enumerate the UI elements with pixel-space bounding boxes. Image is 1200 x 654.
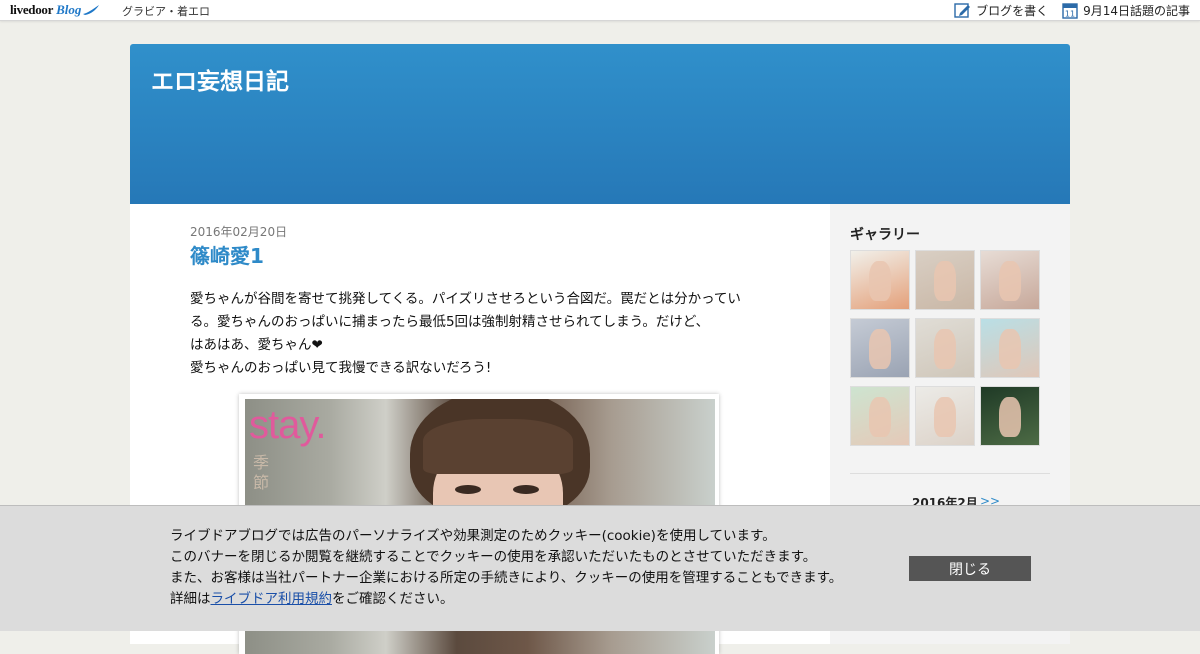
gallery-thumbnail[interactable] [915,318,975,378]
cookie-detail-prefix: 詳細は [170,591,211,607]
blog-title[interactable]: エロ妄想日記 [151,62,289,96]
cookie-line: このバナーを閉じるか閲覧を継続することでクッキーの使用を承認いただいたものとさせ… [170,549,817,565]
trending-articles-link[interactable]: 11 9月14日話題の記事 [1062,2,1190,19]
cookie-line: また、お客様は当社パートナー企業における所定の手続きにより、クッキーの使用を管理… [170,570,843,586]
gallery-thumbnail[interactable] [915,250,975,310]
trending-articles-label: 9月14日話題の記事 [1083,3,1190,18]
top-bar: livedoor Blog グラビア・着エロ ブログを書く 11 9月14日話題… [0,0,1200,21]
gallery-thumbnail[interactable] [850,386,910,446]
photo-title-text: stay. [249,403,327,447]
photo-eye-right [513,485,539,494]
logo-livedoor-text: livedoor [10,2,54,17]
write-blog-link[interactable]: ブログを書く [954,2,1048,19]
blog-category-link[interactable]: グラビア・着エロ [122,3,210,19]
gallery-thumbnail[interactable] [850,250,910,310]
logo-blog-text: Blog [56,2,82,17]
photo-eye-left [455,485,481,494]
gallery-thumbnail[interactable] [980,318,1040,378]
post-paragraph: 愛ちゃんのおっぱい見て我慢できる訳ないだろう! [190,360,492,376]
photo-vertical-text: 季節 [253,453,270,492]
cookie-detail-suffix: をご確認ください。 [332,591,454,607]
gallery-thumbnail[interactable] [850,318,910,378]
post-title[interactable]: 篠崎愛1 [190,240,264,269]
sidebar-divider [850,473,1050,474]
post-body: 愛ちゃんが谷間を寄せて挑発してくる。パイズリさせろという合図だ。罠だとは分かって… [190,288,770,380]
blog-header: エロ妄想日記 [130,44,1070,204]
close-banner-button[interactable]: 閉じる [909,556,1031,581]
bird-logo-icon [83,5,100,15]
terms-link[interactable]: ライブドア利用規約 [211,591,333,607]
pencil-edit-icon [954,2,971,18]
write-blog-label: ブログを書く [976,3,1049,18]
cookie-text: ライブドアブログでは広告のパーソナライズや効果測定のためクッキー(cookie)… [170,526,842,610]
post-paragraph: 愛ちゃんが谷間を寄せて挑発してくる。パイズリさせろという合図だ。罠だとは分かって… [190,291,741,307]
cookie-line: ライブドアブログでは広告のパーソナライズや効果測定のためクッキー(cookie)… [170,528,776,544]
post-date: 2016年02月20日 [190,225,288,239]
gallery-thumbnail[interactable] [980,386,1040,446]
post-paragraph: る。愛ちゃんのおっぱいに捕まったら最低5回は強制射精させられてしまう。だけど、 [190,314,710,330]
svg-text:11: 11 [1065,9,1075,18]
livedoor-blog-logo[interactable]: livedoor Blog [10,2,100,18]
cookie-line: 詳細はライブドア利用規約をご確認ください。 [170,589,842,610]
gallery-title: ギャラリー [850,227,920,243]
photo-fringe [423,419,573,474]
cookie-banner: ライブドアブログでは広告のパーソナライズや効果測定のためクッキー(cookie)… [0,505,1200,631]
gallery-thumbnail[interactable] [915,386,975,446]
gallery-thumbnail[interactable] [980,250,1040,310]
calendar-icon: 11 [1062,2,1078,19]
post-paragraph: はあはあ、愛ちゃん❤ [190,337,323,353]
